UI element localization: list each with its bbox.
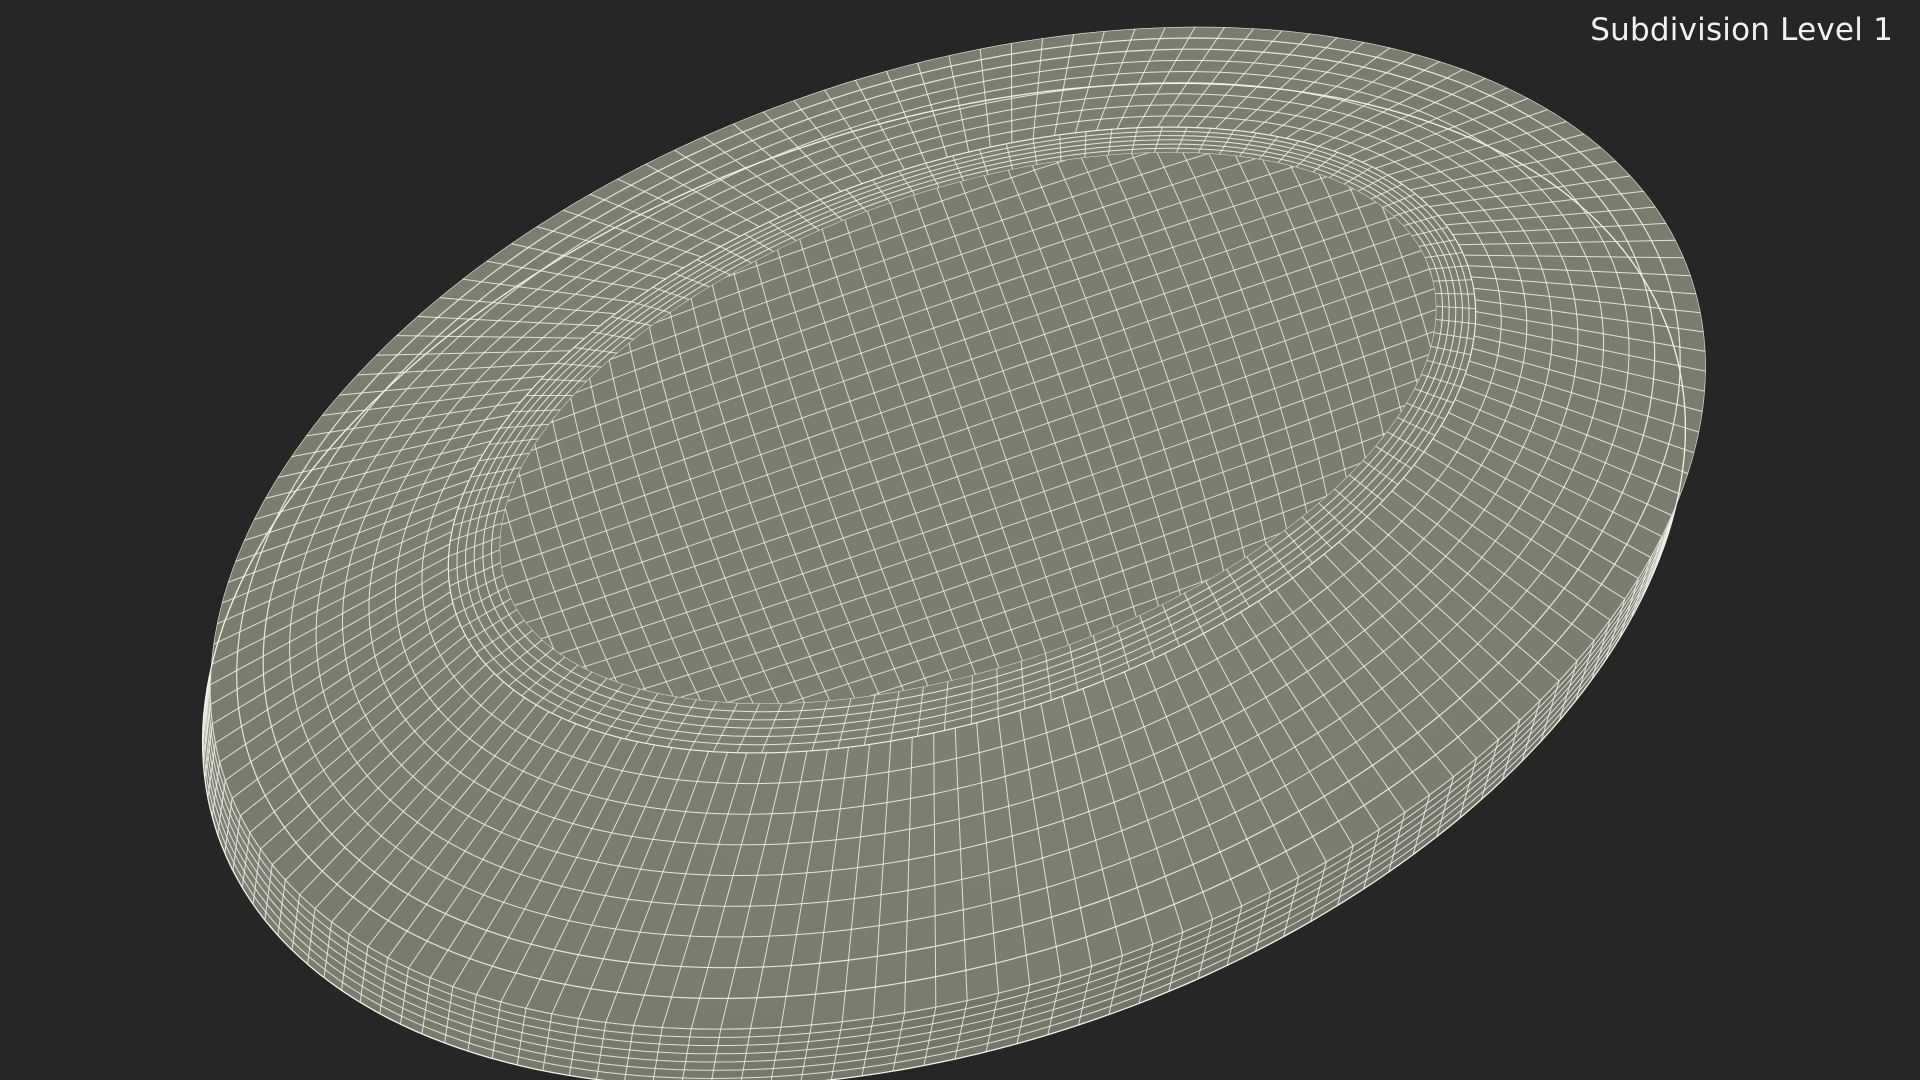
dish-wireframe-render <box>201 26 1706 1080</box>
subdivision-level-label: Subdivision Level 1 <box>1590 12 1893 48</box>
wire-edge <box>1434 293 1475 295</box>
render-viewport: Subdivision Level 1 <box>0 0 1920 1080</box>
